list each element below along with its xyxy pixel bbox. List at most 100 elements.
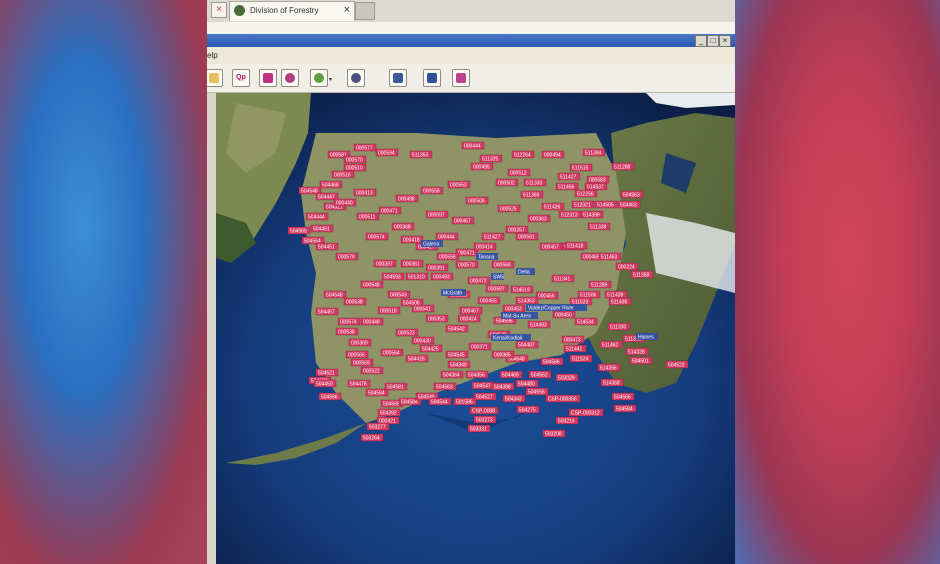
place-label[interactable]: Haines bbox=[636, 333, 658, 340]
fire-label[interactable]: 514519 bbox=[510, 285, 534, 293]
tab-division-of-forestry[interactable]: Division of Forestry × bbox=[229, 1, 355, 21]
book-button[interactable] bbox=[389, 69, 407, 87]
fire-label[interactable]: 504593 bbox=[381, 272, 405, 280]
fire-label[interactable]: 000444 bbox=[461, 141, 485, 149]
fire-label[interactable]: 511358 bbox=[630, 270, 654, 278]
fire-label[interactable]: 000493 bbox=[430, 272, 454, 280]
fire-label[interactable]: 504584 bbox=[613, 404, 637, 412]
fire-label[interactable]: 000361 bbox=[400, 259, 424, 267]
fire-label[interactable]: 512321 bbox=[571, 200, 595, 208]
fire-label[interactable]: 000450 bbox=[552, 310, 576, 318]
fire-label[interactable]: 511369 bbox=[520, 190, 544, 198]
globe-button[interactable] bbox=[347, 69, 365, 87]
fire-label[interactable]: 511506 bbox=[577, 290, 601, 298]
fire-label[interactable]: 511456 bbox=[555, 182, 579, 190]
fire-label[interactable]: 000516 bbox=[331, 170, 355, 178]
fire-label[interactable]: 000548 bbox=[360, 280, 384, 288]
fire-label[interactable]: 504566 bbox=[318, 392, 342, 400]
fire-label[interactable]: 000543 bbox=[387, 290, 411, 298]
fire-label[interactable]: 503208 bbox=[542, 429, 566, 437]
pan-tool-button[interactable] bbox=[207, 69, 223, 87]
fire-label[interactable]: 000508 bbox=[465, 196, 489, 204]
fire-label[interactable]: 504450 bbox=[313, 379, 337, 387]
fire-label[interactable]: 000385 bbox=[491, 350, 515, 358]
fire-label[interactable]: 514363 bbox=[515, 296, 539, 304]
fire-label[interactable]: 504548 bbox=[323, 290, 347, 298]
fire-label[interactable]: 504451 bbox=[310, 224, 334, 232]
fire-label[interactable]: 511463 bbox=[598, 252, 622, 260]
fire-label[interactable]: 000456 bbox=[535, 291, 559, 299]
fire-label[interactable]: 000570 bbox=[455, 260, 479, 268]
fire-label[interactable]: 504522 bbox=[665, 360, 689, 368]
fire-label[interactable]: 000538 bbox=[343, 297, 367, 305]
fire-label[interactable]: 503029 bbox=[555, 373, 579, 381]
fire-label[interactable]: 000597 bbox=[425, 210, 449, 218]
place-label[interactable]: Galena bbox=[421, 240, 443, 247]
fire-label[interactable]: 000471 bbox=[378, 206, 402, 214]
fire-label[interactable]: 504425 bbox=[419, 344, 443, 352]
place-label[interactable]: Tanana bbox=[476, 253, 498, 260]
fire-label[interactable]: 000556 bbox=[436, 252, 460, 260]
fire-label[interactable]: 503264 bbox=[360, 433, 384, 441]
fire-label[interactable]: 504364 bbox=[440, 370, 464, 378]
fire-label[interactable]: 504547 bbox=[471, 381, 495, 389]
fire-label[interactable]: 511427 bbox=[481, 232, 505, 240]
fire-label[interactable]: 504544 bbox=[428, 397, 452, 405]
fire-label[interactable]: 000448 bbox=[360, 317, 384, 325]
fire-label[interactable]: 000363 bbox=[527, 214, 551, 222]
query-button[interactable]: Qp bbox=[232, 69, 250, 87]
fire-label[interactable]: 511426 bbox=[541, 202, 565, 210]
fire-label[interactable]: 504563 bbox=[620, 190, 644, 198]
fire-label[interactable]: 504545 bbox=[445, 350, 469, 358]
fire-label[interactable]: 000444 bbox=[435, 232, 459, 240]
place-label[interactable]: Delta bbox=[516, 268, 535, 275]
fire-label[interactable]: 000564 bbox=[380, 348, 404, 356]
fire-label[interactable]: 000472 bbox=[467, 276, 491, 284]
fire-label[interactable]: 504487 bbox=[515, 340, 539, 348]
fire-label[interactable]: 514534 bbox=[574, 317, 598, 325]
fire-label[interactable]: 000424 bbox=[457, 314, 481, 322]
fire-label[interactable]: 000510 bbox=[343, 163, 367, 171]
fire-label[interactable]: 504584 bbox=[365, 388, 389, 396]
fire-label[interactable]: 511338 bbox=[587, 222, 611, 230]
fire-label[interactable]: CSP-000312 bbox=[568, 408, 604, 416]
fire-label[interactable]: 000587 bbox=[485, 284, 509, 292]
maximize-button[interactable]: □ bbox=[707, 35, 719, 47]
fire-label[interactable]: 000574 bbox=[365, 232, 389, 240]
minimize-button[interactable]: _ bbox=[695, 35, 707, 47]
fire-label[interactable]: CSP-000356 bbox=[545, 394, 581, 402]
tab-close-icon[interactable]: × bbox=[344, 4, 350, 16]
fire-label[interactable]: 000577 bbox=[353, 143, 377, 151]
fire-label[interactable]: 511341 bbox=[551, 274, 575, 282]
fire-label[interactable]: 000522 bbox=[360, 366, 384, 374]
fire-label[interactable]: 000511 bbox=[356, 212, 380, 220]
check-button[interactable] bbox=[423, 69, 441, 87]
fire-label[interactable]: 000473 bbox=[561, 335, 585, 343]
fire-label[interactable]: 000512 bbox=[507, 168, 531, 176]
fire-label[interactable]: 504457 bbox=[315, 307, 339, 315]
fire-label[interactable]: 000467 bbox=[459, 306, 483, 314]
fire-label[interactable]: 000467 bbox=[451, 216, 475, 224]
fire-label[interactable]: 511427 bbox=[557, 172, 581, 180]
menu-help[interactable]: elp bbox=[207, 51, 218, 60]
fire-label[interactable]: 514537 bbox=[584, 182, 608, 190]
close-window-button[interactable]: × bbox=[719, 35, 731, 47]
fire-label[interactable]: 504469 bbox=[499, 370, 523, 378]
fire-label[interactable]: 514505 bbox=[594, 200, 618, 208]
fire-label[interactable]: 000413 bbox=[353, 188, 377, 196]
fire-label[interactable]: 504506 bbox=[400, 298, 424, 306]
fire-label[interactable]: 511524 bbox=[569, 354, 593, 362]
close-icon[interactable]: × bbox=[211, 2, 227, 18]
fire-label[interactable]: 511418 bbox=[564, 241, 588, 249]
fire-label[interactable]: 000414 bbox=[473, 242, 497, 250]
fire-label[interactable]: 512313 bbox=[558, 210, 582, 218]
fire-label[interactable]: 504468 bbox=[319, 180, 343, 188]
fire-label[interactable]: 000566 bbox=[345, 350, 369, 358]
fire-label[interactable]: 000267 bbox=[505, 225, 529, 233]
fire-label[interactable]: 511462 bbox=[599, 340, 623, 348]
fire-label[interactable]: CSP-0008 bbox=[469, 406, 499, 414]
fire-label[interactable]: 000495 bbox=[470, 162, 494, 170]
list-button[interactable] bbox=[452, 69, 470, 87]
fire-label[interactable]: 504392 bbox=[377, 408, 401, 416]
place-label[interactable]: Valdez/Copper River bbox=[526, 304, 587, 311]
